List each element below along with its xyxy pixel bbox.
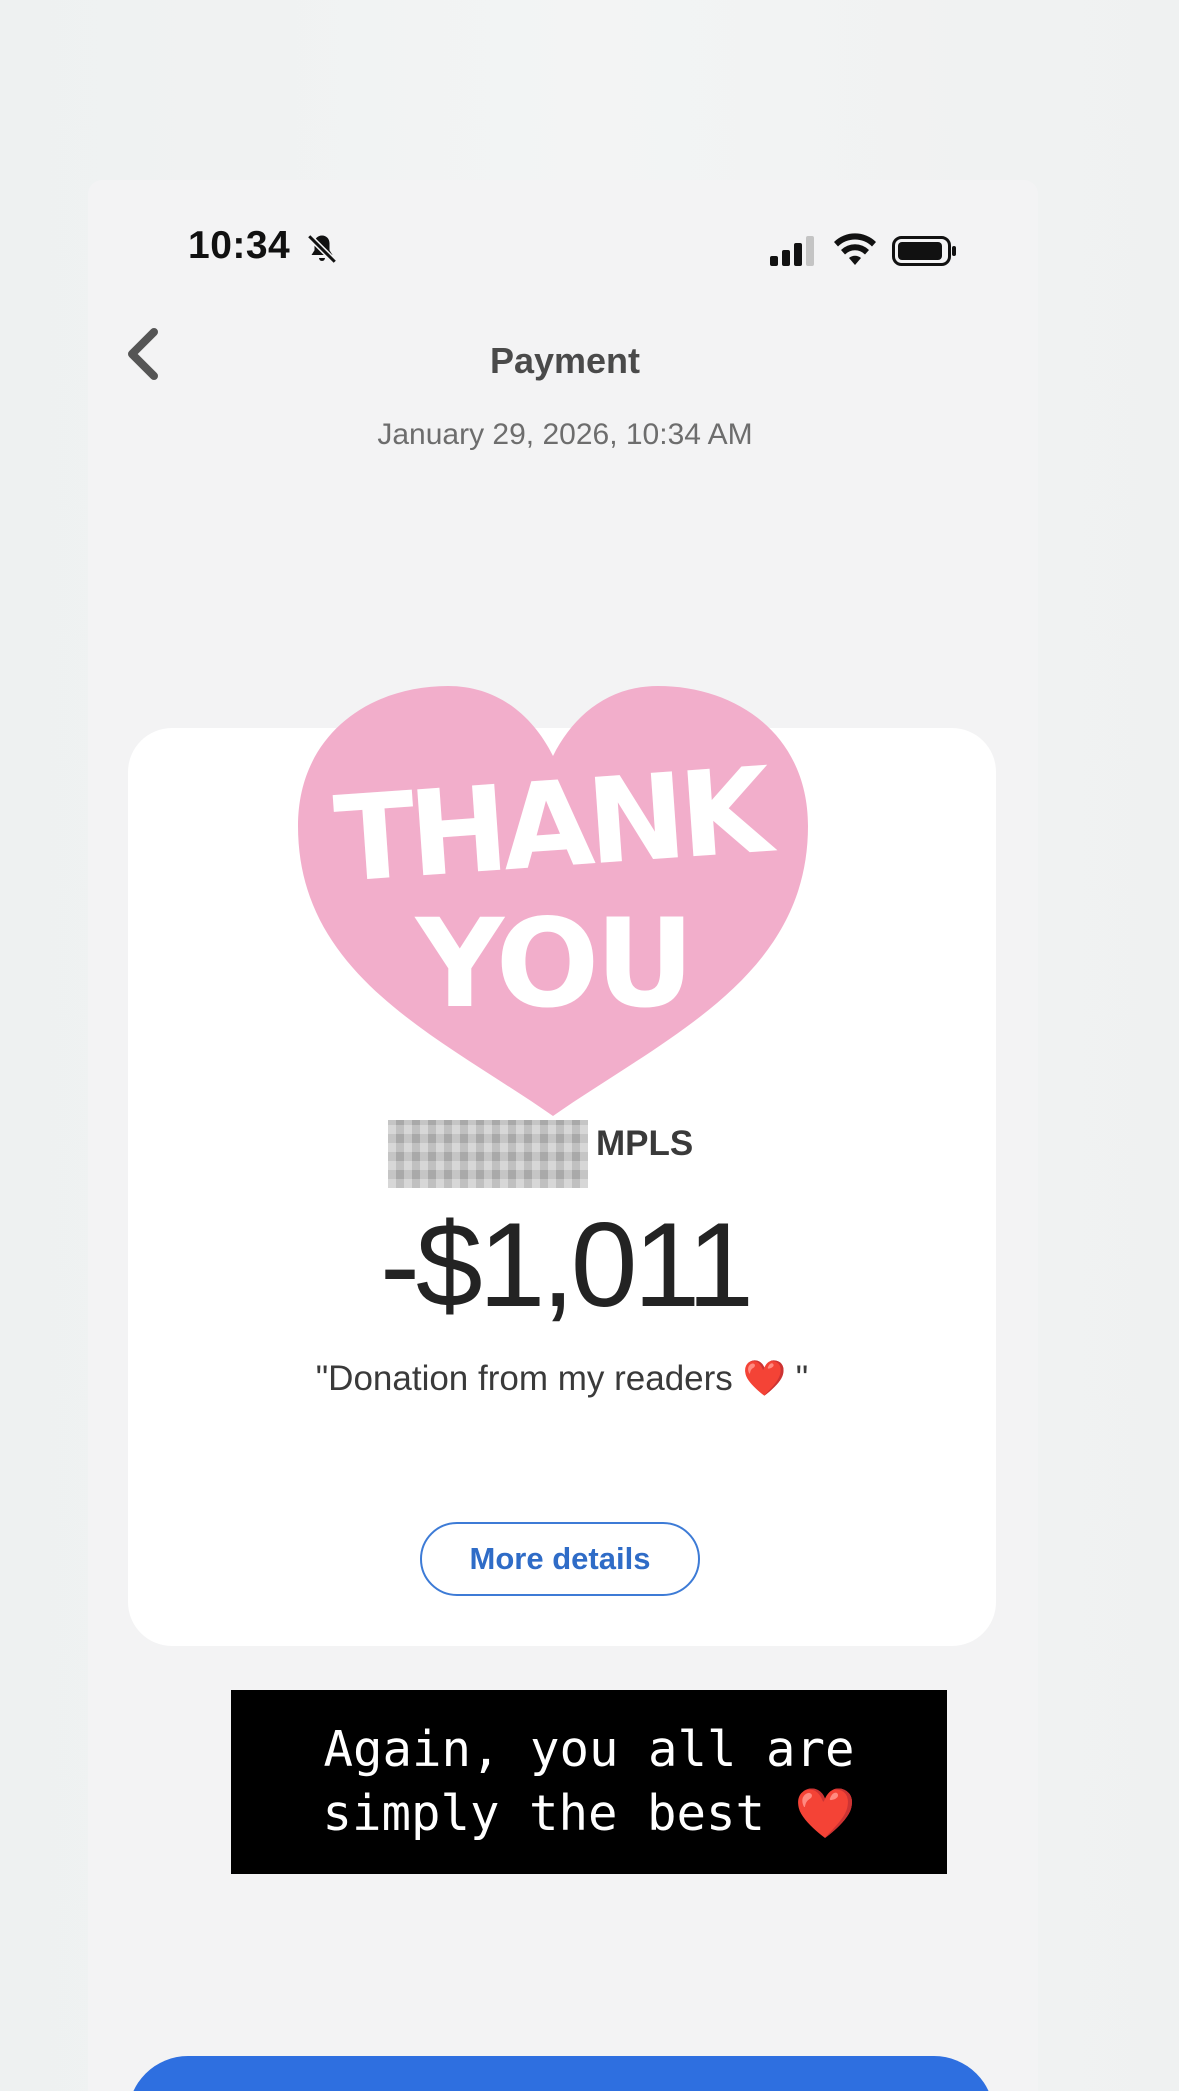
cellular-signal-icon bbox=[770, 236, 814, 266]
primary-action-button[interactable] bbox=[128, 2056, 994, 2091]
more-details-button[interactable]: More details bbox=[420, 1522, 700, 1596]
story-caption: Again, you all are simply the best ❤️ bbox=[231, 1690, 947, 1874]
thank-you-heart-sticker: THANK YOU bbox=[298, 686, 808, 1116]
bell-slash-icon bbox=[307, 234, 337, 264]
redacted-recipient-name bbox=[388, 1120, 588, 1188]
status-time: 10:34 bbox=[188, 224, 291, 267]
payment-amount: -$1,011 bbox=[379, 1198, 754, 1332]
recipient-name: MPLS bbox=[596, 1124, 694, 1163]
caption-line-1: Again, you all are bbox=[323, 1721, 855, 1778]
sticker-text-you: YOU bbox=[414, 893, 691, 1035]
payment-date: January 29, 2026, 10:34 AM bbox=[377, 418, 753, 451]
wifi-icon bbox=[834, 233, 876, 265]
caption-line-2: simply the best ❤️ bbox=[322, 1785, 856, 1842]
payment-note: "Donation from my readers ❤️ " bbox=[315, 1359, 809, 1398]
screen: 10:34 Payment January 29, 2026, 10:34 AM… bbox=[0, 0, 1179, 2091]
page-title: Payment bbox=[489, 340, 641, 381]
battery-icon bbox=[892, 236, 956, 266]
